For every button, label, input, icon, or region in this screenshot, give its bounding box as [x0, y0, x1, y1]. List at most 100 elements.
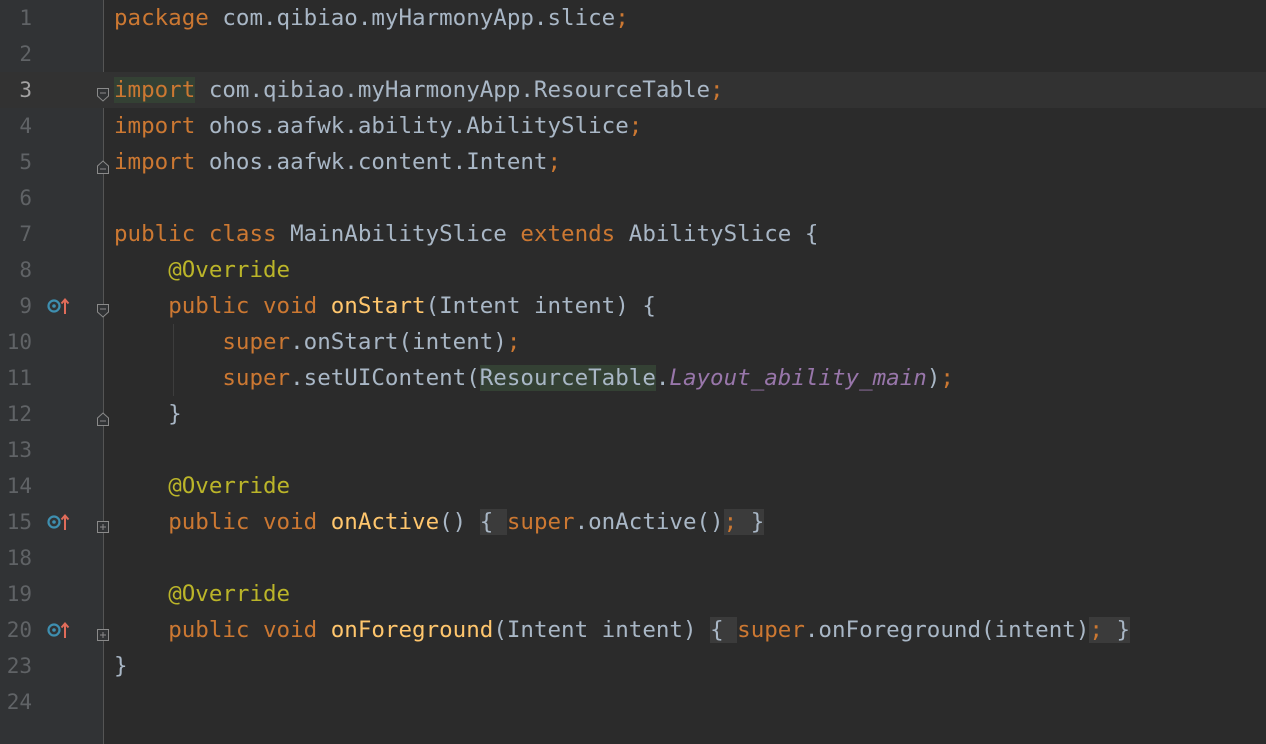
code-token: }: [737, 509, 765, 535]
code-token: .: [655, 365, 670, 391]
code-text: @Override: [114, 468, 290, 504]
line-number[interactable]: 18: [0, 540, 32, 576]
line-number[interactable]: 19: [0, 576, 32, 612]
code-line[interactable]: 23}: [0, 648, 1266, 684]
code-token: ;: [547, 149, 562, 175]
code-editor[interactable]: 1 package com.qibiao.myHarmonyApp.slice; 2…: [0, 0, 1266, 744]
code-token: super: [222, 365, 291, 391]
code-token: {: [479, 509, 507, 535]
code-token: ResourceTable: [479, 365, 656, 391]
line-number[interactable]: 23: [0, 648, 32, 684]
line-number[interactable]: 20: [0, 612, 32, 648]
line-number[interactable]: 7: [0, 216, 32, 252]
line-number[interactable]: 9: [0, 288, 32, 324]
code-text: @Override: [114, 576, 290, 612]
code-token: MainAbilitySlice: [276, 221, 521, 247]
override-up-arrow-icon[interactable]: [46, 296, 72, 316]
code-line[interactable]: 12 }: [0, 396, 1266, 432]
code-line[interactable]: 6: [0, 180, 1266, 216]
code-line[interactable]: 10 super.onStart(intent);: [0, 324, 1266, 360]
code-token: ohos.aafwk.content.Intent: [195, 149, 548, 175]
code-token: {: [710, 617, 738, 643]
fold-open-icon[interactable]: [96, 299, 110, 318]
line-number[interactable]: 6: [0, 180, 32, 216]
code-text: super.setUIContent(ResourceTable.Layout_…: [114, 360, 954, 396]
override-up-arrow-icon[interactable]: [46, 620, 72, 640]
line-number[interactable]: 13: [0, 432, 32, 468]
code-line[interactable]: 18: [0, 540, 1266, 576]
code-token: ;: [506, 329, 521, 355]
code-token: public void: [168, 617, 331, 643]
fold-collapsed-icon[interactable]: [96, 515, 110, 533]
code-line[interactable]: 2: [0, 36, 1266, 72]
fold-collapsed-icon[interactable]: [96, 623, 110, 641]
override-up-arrow-icon[interactable]: [46, 512, 72, 532]
code-line[interactable]: 8 @Override: [0, 252, 1266, 288]
line-number[interactable]: 11: [0, 360, 32, 396]
code-token: extends: [520, 221, 616, 247]
code-line[interactable]: 14 @Override: [0, 468, 1266, 504]
code-text: public void onActive() { super.onActive(…: [114, 504, 765, 540]
code-line[interactable]: 9 public void onStart(Intent intent) {: [0, 288, 1266, 324]
fold-end-icon[interactable]: [96, 155, 110, 174]
code-token: .setUIContent(: [290, 365, 480, 391]
code-token: ;: [1089, 617, 1103, 643]
code-token: Layout_ability_main: [669, 365, 927, 391]
code-token: @Override: [168, 473, 291, 499]
code-line[interactable]: 13: [0, 432, 1266, 468]
fold-end-icon[interactable]: [96, 407, 110, 426]
code-token: super: [506, 509, 575, 535]
code-token: import: [114, 77, 196, 103]
code-token: ): [926, 365, 941, 391]
code-token: onStart: [330, 293, 426, 319]
code-token: ;: [615, 5, 629, 31]
code-line[interactable]: 5 import ohos.aafwk.content.Intent;: [0, 144, 1266, 180]
code-token: import: [114, 113, 196, 139]
code-text: import com.qibiao.myHarmonyApp.ResourceT…: [114, 72, 724, 108]
line-number[interactable]: 1: [0, 0, 32, 36]
code-token: public class: [114, 221, 277, 247]
line-number[interactable]: 24: [0, 684, 32, 720]
code-line[interactable]: 4 import ohos.aafwk.ability.AbilitySlice;: [0, 108, 1266, 144]
line-number[interactable]: 10: [0, 324, 32, 360]
code-token: package: [114, 5, 209, 31]
code-line[interactable]: 15 public void onActive() { super.onActi…: [0, 504, 1266, 540]
line-number[interactable]: 5: [0, 144, 32, 180]
code-token: com.qibiao.myHarmonyApp.ResourceTable: [195, 77, 711, 103]
code-token: public void: [168, 293, 331, 319]
code-line[interactable]: 3 import com.qibiao.myHarmonyApp.Resource…: [0, 72, 1266, 108]
code-line[interactable]: 11 super.setUIContent(ResourceTable.Layo…: [0, 360, 1266, 396]
code-line[interactable]: 24: [0, 684, 1266, 720]
code-line[interactable]: 1 package com.qibiao.myHarmonyApp.slice;: [0, 0, 1266, 36]
code-line[interactable]: 20 public void onForeground(Intent inten…: [0, 612, 1266, 648]
line-number[interactable]: 12: [0, 396, 32, 432]
code-token: onActive: [330, 509, 440, 535]
code-token: @Override: [168, 581, 291, 607]
code-token: (Intent intent) {: [425, 293, 656, 319]
code-token: com.qibiao.myHarmonyApp.slice: [208, 5, 616, 31]
line-number[interactable]: 3: [0, 72, 32, 108]
fold-open-icon[interactable]: [96, 83, 110, 102]
line-number[interactable]: 2: [0, 36, 32, 72]
code-line[interactable]: 7 public class MainAbilitySlice extends A…: [0, 216, 1266, 252]
line-number[interactable]: 4: [0, 108, 32, 144]
line-number[interactable]: 15: [0, 504, 32, 540]
code-token: ;: [940, 365, 954, 391]
code-token: super: [222, 329, 291, 355]
code-text: }: [114, 396, 182, 432]
code-token: (Intent intent): [493, 617, 697, 643]
code-text: }: [114, 648, 128, 684]
code-text: public class MainAbilitySlice extends Ab…: [114, 216, 818, 252]
code-line[interactable]: 19 @Override: [0, 576, 1266, 612]
line-number[interactable]: 14: [0, 468, 32, 504]
line-number[interactable]: 8: [0, 252, 32, 288]
code-text: package com.qibiao.myHarmonyApp.slice;: [114, 0, 629, 36]
code-token: AbilitySlice {: [615, 221, 819, 247]
